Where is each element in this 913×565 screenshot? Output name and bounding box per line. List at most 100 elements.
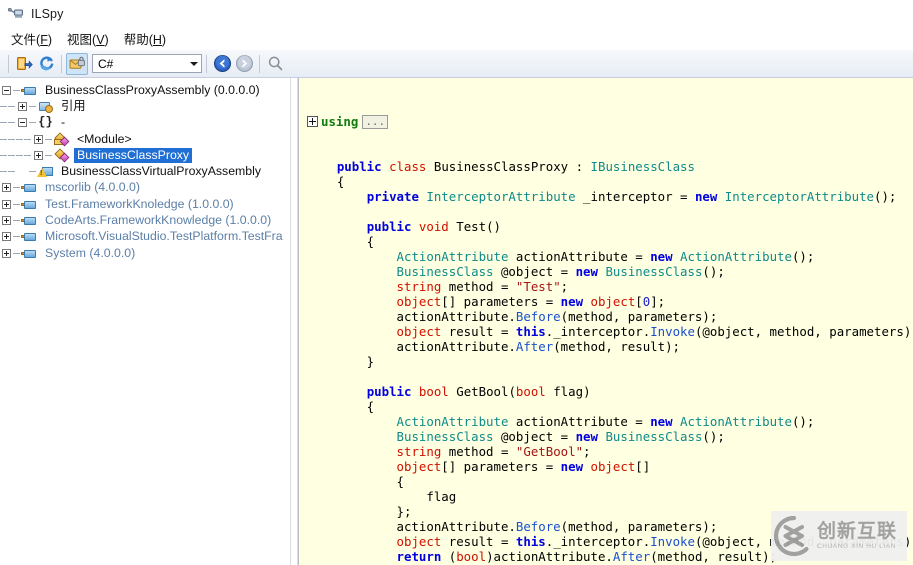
code-token: method = xyxy=(441,279,516,294)
collapsed-usings-placeholder[interactable]: ... xyxy=(362,115,389,129)
tree-node-asm-system[interactable]: System (4.0.0.0) xyxy=(0,245,290,261)
code-token: () xyxy=(486,219,501,234)
tree-indent xyxy=(8,116,16,129)
tree-indent xyxy=(0,133,8,146)
code-token: method = xyxy=(441,444,516,459)
tree-expander-asm-test-fk[interactable] xyxy=(0,198,13,211)
tree-node-label: 引用 xyxy=(61,98,86,113)
language-combo[interactable]: C# xyxy=(92,54,202,73)
tree-expander-module[interactable] xyxy=(32,133,45,146)
tree-node-module[interactable]: <Module> xyxy=(0,131,290,147)
code-line: { xyxy=(307,399,913,414)
decompile-locked-button[interactable] xyxy=(66,52,88,75)
watermark-chinese: 创新互联 xyxy=(817,521,898,542)
code-token: Invoke xyxy=(650,324,695,339)
tree-node-ns-default[interactable]: {} - xyxy=(0,115,290,131)
tree-node-asm-mstest[interactable]: Microsoft.VisualStudio.TestPlatform.Test… xyxy=(0,229,290,245)
search-button[interactable] xyxy=(264,53,286,75)
language-combo-value: C# xyxy=(98,56,114,71)
menu-file-mnemonic: F xyxy=(40,33,48,47)
forward-button[interactable] xyxy=(233,53,255,75)
open-assembly-button[interactable] xyxy=(13,53,35,75)
code-token: object xyxy=(396,294,442,309)
tree-node-label: Microsoft.VisualStudio.TestPlatform.Test… xyxy=(45,229,283,244)
tree-indent xyxy=(0,116,8,129)
code-token: (method, result); xyxy=(650,549,778,564)
window-titlebar: ILSpy xyxy=(0,0,913,28)
menu-view[interactable]: 视图(V) xyxy=(61,27,118,51)
code-token: "GetBool" xyxy=(515,444,584,459)
site-watermark: 创新互联 CHUANG XIN HU LIAN xyxy=(771,511,907,561)
tree-node-asm-bcvpa[interactable]: BusinessClassVirtualProxyAssembly xyxy=(0,163,290,179)
code-token: _interceptor = xyxy=(575,189,695,204)
code-token: actionAttribute = xyxy=(508,249,651,264)
code-token: ( xyxy=(441,549,457,564)
code-lines: public class BusinessClassProxy : IBusin… xyxy=(307,159,913,565)
code-token: ]; xyxy=(650,294,666,309)
tree-expander-asm-bcpa[interactable] xyxy=(0,84,13,97)
tree-expander-asm-mscorlib[interactable] xyxy=(0,181,13,194)
code-token: new xyxy=(560,294,584,309)
code-token: [] parameters = xyxy=(441,294,561,309)
code-token: class xyxy=(389,159,427,174)
code-token: object xyxy=(590,459,636,474)
tree-node-asm-codearts-fk[interactable]: CodeArts.FrameworkKnowledge (1.0.0.0) xyxy=(0,212,290,228)
tree-expander-asm-mstest[interactable] xyxy=(0,230,13,243)
magnifier-icon xyxy=(268,56,282,71)
menu-view-mnemonic: V xyxy=(96,33,105,47)
code-token: "Test" xyxy=(515,279,561,294)
decompiled-code-pane[interactable]: using... public class BusinessClassProxy… xyxy=(298,78,913,565)
menu-view-label: 视图 xyxy=(67,33,93,47)
code-token: [] xyxy=(635,459,651,474)
tree-expander-refs[interactable] xyxy=(16,100,29,113)
tree-connector xyxy=(13,230,21,243)
code-token: IBusinessClass xyxy=(590,159,695,174)
expand-using-fold-icon[interactable] xyxy=(307,116,318,127)
code-token: Before xyxy=(515,519,561,534)
tree-node-asm-bcpa[interactable]: BusinessClassProxyAssembly (0.0.0.0) xyxy=(0,82,290,98)
tree-node-refs[interactable]: 引用 xyxy=(0,98,290,114)
tree-expander-asm-codearts-fk[interactable] xyxy=(0,214,13,227)
code-token: GetBool xyxy=(456,384,509,399)
class-module-icon xyxy=(53,131,70,147)
code-token: (); xyxy=(702,264,725,279)
menu-help[interactable]: 帮助(H) xyxy=(118,27,175,51)
back-button[interactable] xyxy=(211,53,233,75)
code-line: } xyxy=(307,354,913,369)
code-line: BusinessClass @object = new BusinessClas… xyxy=(307,429,913,444)
assembly-warning-icon xyxy=(37,164,54,179)
code-token: public xyxy=(336,159,382,174)
menu-file[interactable]: 文件(F) xyxy=(5,27,61,51)
code-token: string xyxy=(396,279,442,294)
language-combo-arrow[interactable] xyxy=(186,55,201,72)
tree-indent xyxy=(24,133,32,146)
pane-splitter[interactable] xyxy=(290,78,298,565)
code-token: object xyxy=(590,294,636,309)
tree-node-businessclassproxy[interactable]: BusinessClassProxy xyxy=(0,147,290,163)
reload-assemblies-button[interactable] xyxy=(35,53,57,75)
tree-node-asm-mscorlib[interactable]: mscorlib (4.0.0.0) xyxy=(0,180,290,196)
code-token: { xyxy=(307,474,404,489)
code-token: (@object, method, parameters); xyxy=(694,324,913,339)
tree-node-label: - xyxy=(61,115,66,130)
ilspy-app-icon xyxy=(7,6,24,22)
window-title: ILSpy xyxy=(31,7,64,21)
tree-expander-asm-system[interactable] xyxy=(0,247,13,260)
code-text: using... public class BusinessClassProxy… xyxy=(299,78,913,565)
code-token: this xyxy=(515,324,546,339)
tree-node-asm-test-fk[interactable]: Test.FrameworkKnoledge (1.0.0.0) xyxy=(0,196,290,212)
tree-expander-businessclassproxy[interactable] xyxy=(32,149,45,162)
assembly-icon xyxy=(21,180,38,195)
code-token: After xyxy=(515,339,554,354)
tree-expander-ns-default[interactable] xyxy=(16,116,29,129)
code-token: ; xyxy=(583,444,591,459)
code-token: } xyxy=(307,354,375,369)
code-token: ( xyxy=(508,384,516,399)
assembly-tree[interactable]: BusinessClassProxyAssembly (0.0.0.0) 引用 {}… xyxy=(0,78,290,565)
code-token: object xyxy=(396,459,442,474)
